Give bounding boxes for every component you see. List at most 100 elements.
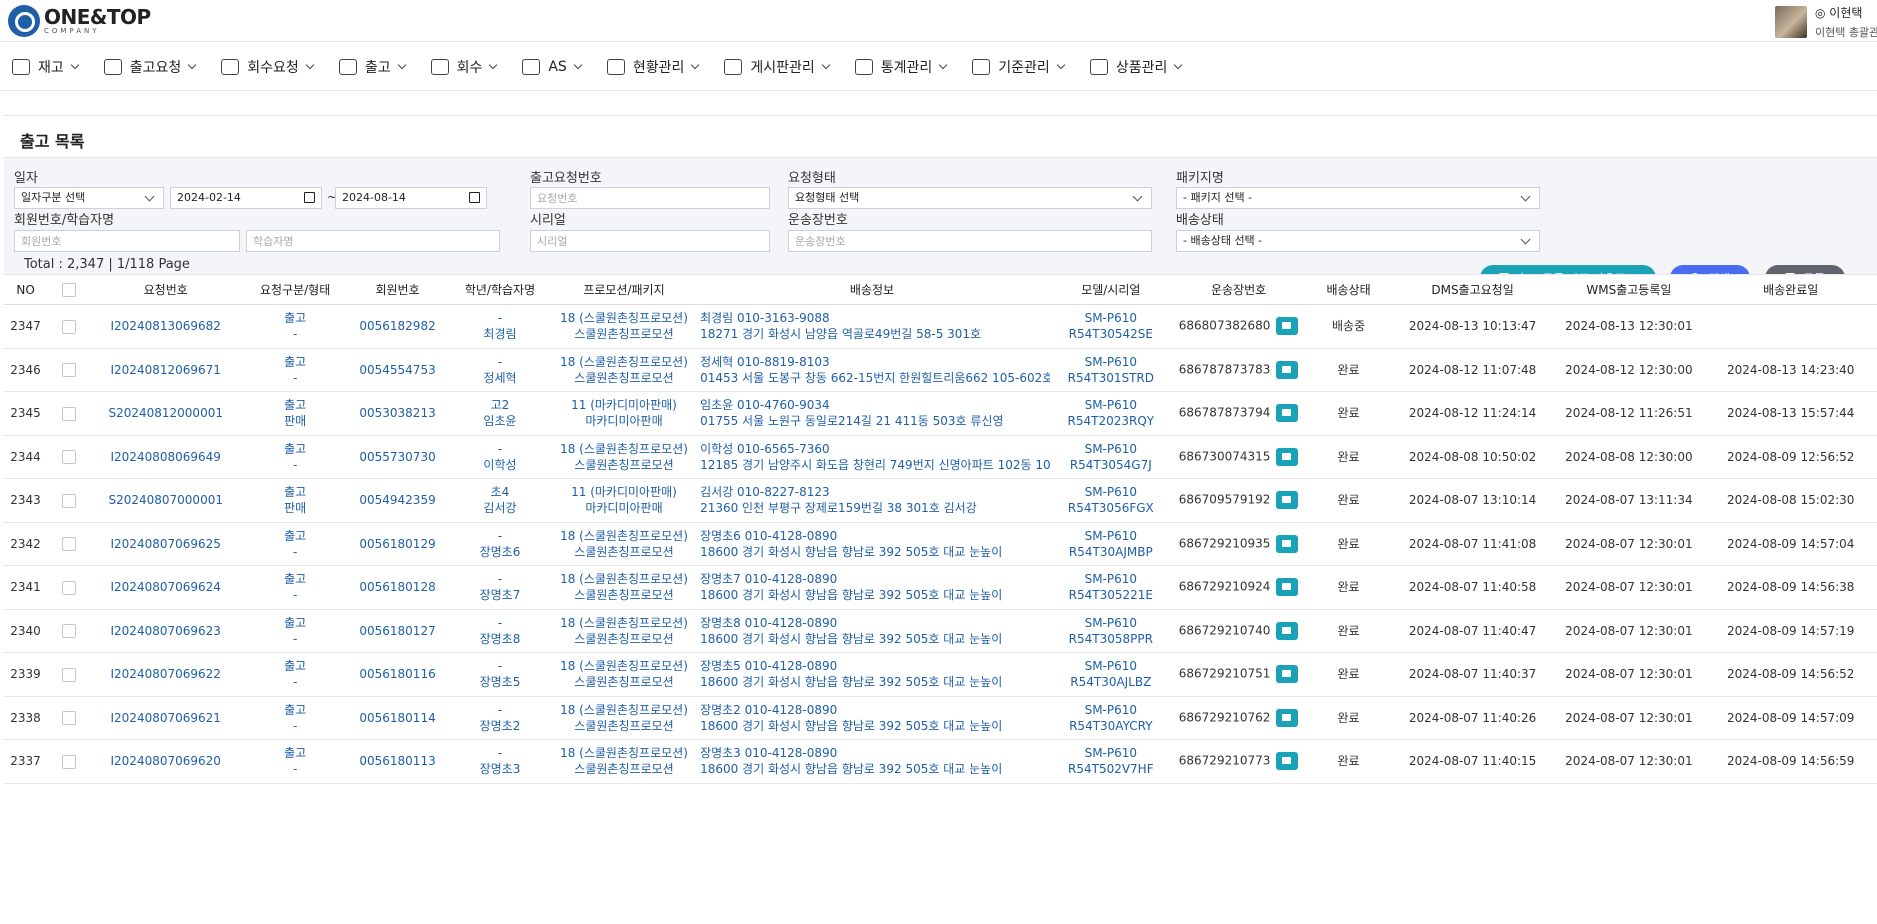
menu-item-7[interactable]: 현황관리 [606, 57, 700, 77]
delivery-status-select[interactable]: - 배송상태 선택 - [1176, 230, 1540, 252]
member-no-link[interactable]: 0054942359 [349, 479, 446, 523]
shipping-address: 18600 경기 화성시 향남읍 향남로 392 505호 대교 눈높이 [700, 588, 1003, 603]
table-row[interactable]: 2339 I20240807069622 출고 -0056180116- 장명초5 18 … [4, 653, 1877, 697]
date-to-input[interactable]: 2024-08-14 [335, 187, 487, 209]
table-row[interactable]: 2341 I20240807069624 출고 -0056180128- 장명초7 18 … [4, 566, 1877, 610]
member-no-link[interactable]: 0056180116 [349, 653, 446, 697]
request-no-link[interactable]: S20240807000001 [90, 479, 241, 523]
date-from-input[interactable]: 2024-02-14 [170, 187, 322, 209]
learner-name: 장명초8 [479, 631, 521, 646]
request-no-link[interactable]: S20240812000001 [90, 392, 241, 436]
request-no-link[interactable]: I20240812069671 [90, 348, 241, 392]
menu-item-9[interactable]: 통계관리 [854, 57, 948, 77]
member-no-link[interactable]: 0055730730 [349, 435, 446, 479]
delivery-tracking-icon[interactable] [1276, 404, 1299, 423]
menu-item-4[interactable]: 출고 [338, 57, 406, 77]
row-number: 2343 [10, 493, 41, 508]
menu-item-11[interactable]: 상품관리 [1089, 57, 1183, 77]
user-profile[interactable]: ◎ 이현택 이현택 총괄관리자 [1775, 5, 1877, 39]
request-no-field[interactable] [530, 187, 770, 209]
row-checkbox[interactable] [61, 711, 76, 726]
delivery-tracking-icon[interactable] [1276, 708, 1299, 727]
chevron-down-icon [70, 60, 80, 69]
table-row[interactable]: 2346 I20240812069671 출고 -0054554753- 정세혁 18 (… [4, 348, 1877, 392]
avatar[interactable] [1775, 6, 1807, 38]
member-no-input[interactable] [21, 231, 239, 251]
member-no-link[interactable]: 0056182982 [349, 305, 446, 349]
dms-request-date: 2024-08-07 13:10:14 [1408, 493, 1537, 508]
menu-item-3[interactable]: 회수요청 [221, 57, 315, 77]
table-row[interactable]: 2338 I20240807069621 출고 -0056180114- 장명초2 18 … [4, 696, 1877, 740]
row-checkbox[interactable] [61, 493, 76, 508]
row-checkbox[interactable] [61, 319, 76, 334]
member-no-link[interactable]: 0056180129 [349, 522, 446, 566]
request-no-link[interactable]: I20240807069623 [90, 609, 241, 653]
table-row[interactable]: 2347 I20240813069682 출고 -0056182982- 최경림 18 (… [4, 305, 1877, 349]
row-checkbox[interactable] [61, 754, 76, 769]
waybill-input[interactable] [795, 231, 1151, 251]
table-row[interactable]: 2337 I20240807069620 출고 -0056180113- 장명초3 18 … [4, 740, 1877, 784]
member-no-link[interactable]: 0056180113 [349, 740, 446, 784]
delivery-tracking-icon[interactable] [1276, 752, 1299, 771]
delivery-tracking-icon[interactable] [1276, 447, 1299, 466]
request-no-link[interactable]: I20240807069620 [90, 740, 241, 784]
waybill-field[interactable] [788, 230, 1152, 252]
delivery-complete-date: 2024-08-09 12:56:52 [1726, 449, 1855, 464]
request-type-select[interactable]: 요청형태 선택 [788, 187, 1152, 209]
member-no-link[interactable]: 0056180127 [349, 609, 446, 653]
row-checkbox[interactable] [61, 406, 76, 421]
delivery-tracking-icon[interactable] [1276, 534, 1299, 553]
row-checkbox[interactable] [61, 580, 76, 595]
request-no-link[interactable]: I20240807069622 [90, 653, 241, 697]
package-select[interactable]: - 패키지 선택 - [1176, 187, 1540, 209]
request-no-link[interactable]: I20240807069624 [90, 566, 241, 610]
member-no-field[interactable] [14, 230, 240, 252]
member-no-link[interactable]: 0053038213 [349, 392, 446, 436]
delivery-tracking-icon[interactable] [1276, 360, 1299, 379]
menu-item-2[interactable]: 출고요청 [103, 57, 197, 77]
request-no-link[interactable]: I20240807069625 [90, 522, 241, 566]
serial-field[interactable] [530, 230, 770, 252]
delivery-tracking-icon[interactable] [1276, 621, 1299, 640]
row-checkbox[interactable] [61, 450, 76, 465]
column-header: 요청구분/형태 [259, 283, 331, 297]
request-no-link[interactable]: I20240807069621 [90, 696, 241, 740]
row-checkbox[interactable] [61, 667, 76, 682]
delivery-tracking-icon[interactable] [1276, 317, 1299, 336]
row-number: 2340 [10, 623, 41, 638]
learner-name-input[interactable] [253, 231, 499, 251]
date-type-select[interactable]: 일자구분 선택 [14, 187, 164, 209]
chevron-down-icon [397, 60, 406, 69]
request-no-input[interactable] [537, 188, 769, 208]
table-row[interactable]: 2344 I20240808069649 출고 -0055730730- 이학성 18 (… [4, 435, 1877, 479]
serial-input[interactable] [537, 231, 769, 251]
shipping-address: 21360 인천 부평구 장제로159번길 38 301호 김서강 [700, 501, 977, 516]
calendar-icon[interactable] [469, 192, 480, 203]
calendar-icon[interactable] [304, 192, 315, 203]
learner-name-field[interactable] [246, 230, 500, 252]
row-checkbox[interactable] [61, 363, 76, 378]
delivery-tracking-icon[interactable] [1276, 665, 1299, 684]
member-no-link[interactable]: 0054554753 [349, 348, 446, 392]
row-checkbox[interactable] [61, 624, 76, 639]
row-checkbox[interactable] [61, 537, 76, 552]
menu-item-10[interactable]: 기준관리 [972, 57, 1066, 77]
menu-item-5[interactable]: 회수 [430, 57, 498, 77]
table-row[interactable]: 2343 S20240807000001 출고 판매 0054942359 초4 김서강 11… [4, 479, 1877, 523]
member-no-link[interactable]: 0056180114 [349, 696, 446, 740]
menu-item-1[interactable]: 재고 [12, 57, 80, 77]
request-no-link[interactable]: I20240813069682 [90, 305, 241, 349]
table-row[interactable]: 2340 I20240807069623 출고 -0056180127- 장명초8 18 … [4, 609, 1877, 653]
menu-item-8[interactable]: 게시판관리 [724, 57, 831, 77]
table-row[interactable]: 2345 S20240812000001 출고 판매 0053038213 고2 임초윤 11… [4, 392, 1877, 436]
request-no-link[interactable]: I20240808069649 [90, 435, 241, 479]
select-all-checkbox[interactable] [61, 282, 76, 297]
delivery-tracking-icon[interactable] [1276, 491, 1299, 510]
table-row[interactable]: 2342 I20240807069625 출고 -0056180129- 장명초6 18 … [4, 522, 1877, 566]
menu-item-6[interactable]: AS [522, 58, 583, 75]
delivery-tracking-icon[interactable] [1276, 578, 1299, 597]
company-logo[interactable]: ONE&TOP COMPANY [8, 5, 151, 37]
member-no-link[interactable]: 0056180128 [349, 566, 446, 610]
page-title: 출고 목록 [20, 132, 85, 151]
delivery-complete-date [1704, 305, 1877, 349]
